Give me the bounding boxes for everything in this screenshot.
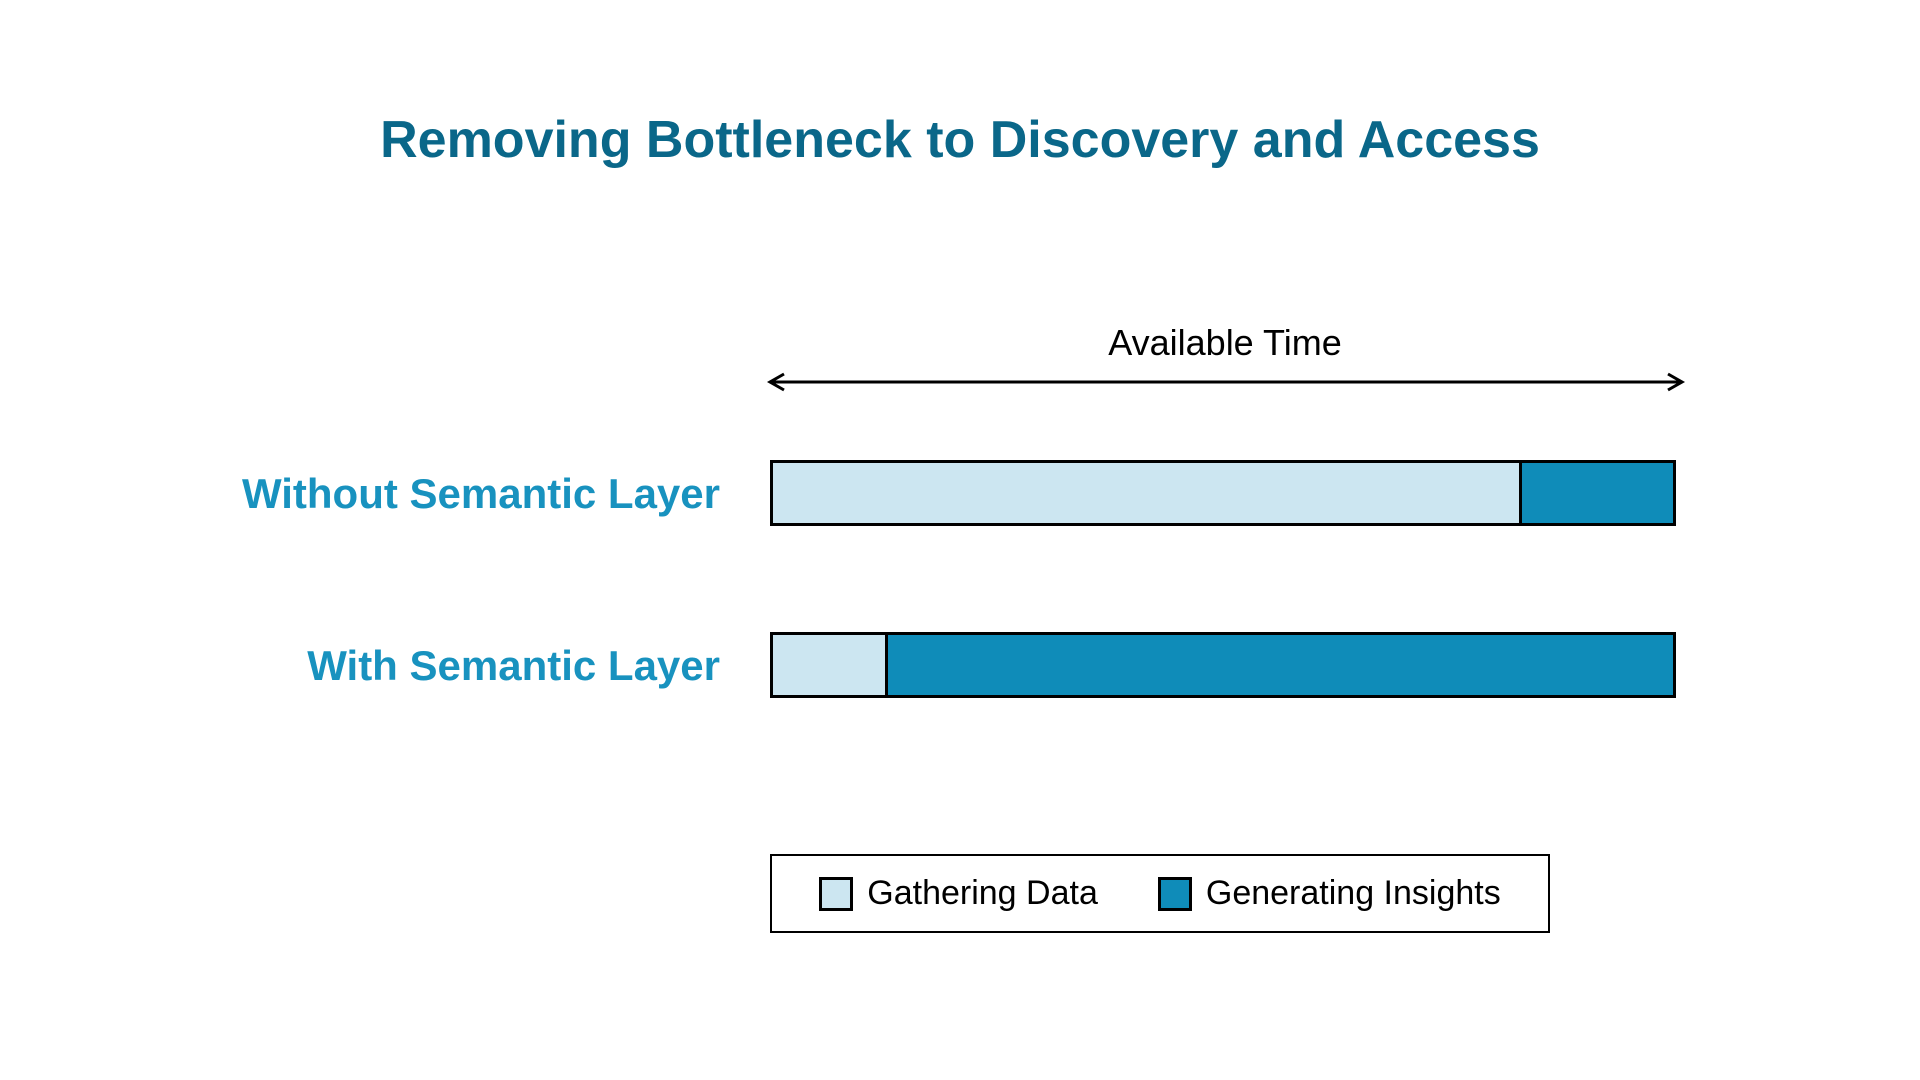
row-label-with: With Semantic Layer bbox=[307, 642, 720, 690]
legend-item-insights: Generating Insights bbox=[1158, 874, 1501, 913]
row-label-without: Without Semantic Layer bbox=[242, 470, 720, 518]
chart-title: Removing Bottleneck to Discovery and Acc… bbox=[0, 110, 1920, 170]
bar-segment-gathering bbox=[770, 460, 1522, 526]
legend-label-insights: Generating Insights bbox=[1206, 874, 1501, 913]
bar-track-with bbox=[770, 632, 1676, 698]
legend: Gathering Data Generating Insights bbox=[770, 854, 1550, 933]
legend-label-gathering: Gathering Data bbox=[867, 874, 1098, 913]
bar-segment-insights bbox=[888, 632, 1676, 698]
swatch-gathering-icon bbox=[819, 877, 853, 911]
bar-track-without bbox=[770, 460, 1676, 526]
bar-segment-insights bbox=[1522, 460, 1676, 526]
x-axis-arrow bbox=[756, 372, 1696, 392]
x-axis-label: Available Time bbox=[760, 322, 1690, 364]
legend-item-gathering: Gathering Data bbox=[819, 874, 1098, 913]
swatch-insights-icon bbox=[1158, 877, 1192, 911]
bar-segment-gathering bbox=[770, 632, 888, 698]
